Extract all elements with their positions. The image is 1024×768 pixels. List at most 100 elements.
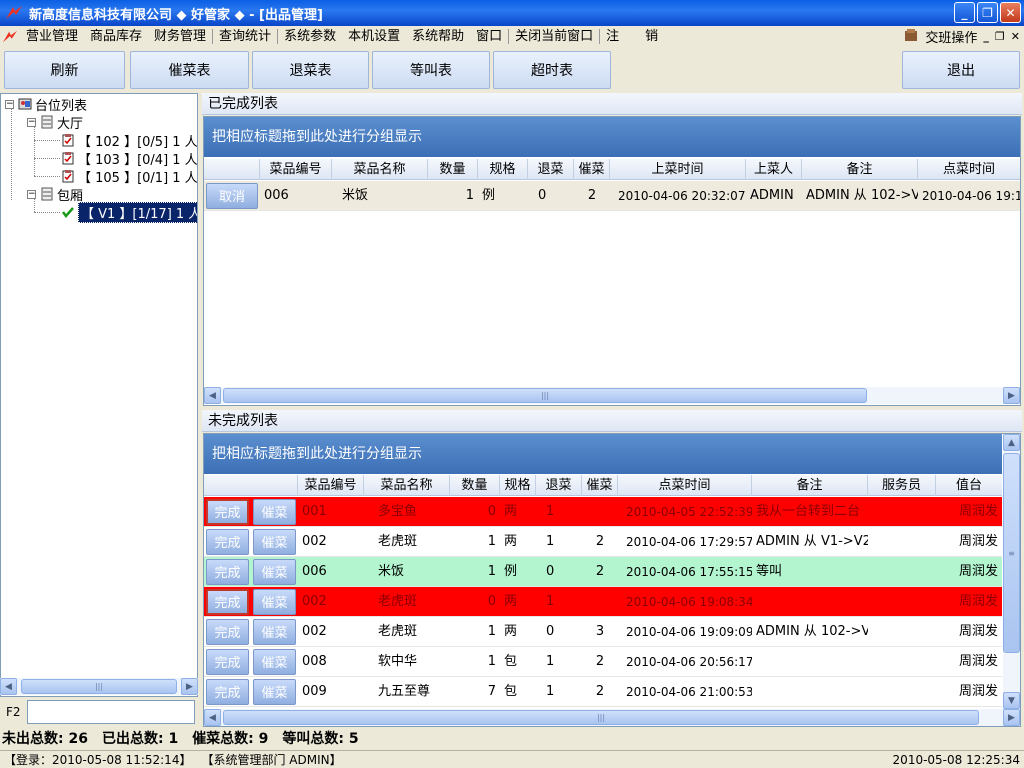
restore-button[interactable]: ❐ (977, 2, 998, 23)
col-header-unit[interactable]: 规格 (500, 475, 536, 496)
scroll-right-icon[interactable]: ▶ (1003, 387, 1020, 404)
minimize-button[interactable]: _ (954, 2, 975, 23)
col-header-serve-time[interactable]: 上菜时间 (610, 159, 746, 180)
urge-button[interactable]: 催菜 (253, 498, 296, 525)
col-header-note[interactable]: 备注 (752, 475, 868, 496)
tree-horizontal-scrollbar[interactable]: ◀ ||| ▶ (0, 678, 198, 695)
timeout-list-button[interactable]: 超时表 (493, 51, 611, 89)
col-header-return[interactable]: 退菜 (536, 475, 582, 496)
tree-table-103[interactable]: 【 103 】[0/4] 1 人 (61, 149, 197, 168)
urge-button[interactable]: 催菜 (253, 678, 296, 705)
completed-horizontal-scrollbar[interactable]: ◀ ||| ▶ (204, 387, 1020, 404)
urge-list-button[interactable]: 催菜表 (130, 51, 249, 89)
scroll-thumb[interactable]: ||| (21, 679, 177, 694)
scroll-left-icon[interactable]: ◀ (0, 678, 17, 695)
col-header-waiter[interactable]: 服务员 (868, 475, 936, 496)
search-input[interactable] (26, 700, 195, 724)
pending-row[interactable]: 完成 催菜 002 老虎斑 0 两 1 2010-04-06 19:08:34 周润发 (204, 587, 1002, 617)
urge-button[interactable]: 催菜 (253, 618, 296, 645)
scroll-left-icon[interactable]: ◀ (204, 709, 221, 726)
col-header-name[interactable]: 菜品名称 (332, 159, 428, 180)
complete-button[interactable]: 完成 (206, 558, 249, 585)
collapse-icon[interactable]: − (27, 117, 36, 127)
tree-table-v1[interactable]: 【 V1 】[1/17] 1 人 (61, 201, 197, 223)
menu-logout-2[interactable]: 销 (639, 26, 664, 47)
col-header-qty[interactable]: 数量 (428, 159, 478, 180)
urge-button[interactable]: 催菜 (253, 558, 296, 585)
completed-group-bar[interactable]: 把相应标题拖到此处进行分组显示 (204, 117, 1020, 157)
col-header-code[interactable]: 菜品编号 (298, 475, 364, 496)
tree-table-102[interactable]: 【 102 】[0/5] 1 人 (61, 131, 197, 150)
menu-finance[interactable]: 财务管理 (148, 26, 212, 47)
col-header-note[interactable]: 备注 (802, 159, 918, 180)
col-header-code[interactable]: 菜品编号 (260, 159, 332, 180)
complete-button[interactable]: 完成 (206, 678, 249, 705)
complete-button[interactable]: 完成 (206, 648, 249, 675)
pending-group-bar[interactable]: 把相应标题拖到此处进行分组显示 (204, 434, 1002, 474)
menu-query[interactable]: 查询统计 (213, 26, 277, 47)
col-header-server[interactable]: 上菜人 (746, 159, 802, 180)
menu-local-settings[interactable]: 本机设置 (342, 26, 406, 47)
clipboard-icon (61, 151, 75, 165)
collapse-icon[interactable]: − (27, 189, 36, 199)
close-button[interactable]: ✕ (1000, 2, 1021, 23)
return-list-button[interactable]: 退菜表 (252, 51, 369, 89)
urge-button[interactable]: 催菜 (253, 528, 296, 555)
pending-row[interactable]: 完成 催菜 002 老虎斑 1 两 1 2 2010-04-06 17:29:57 ADMIN 从… (204, 527, 1002, 557)
pending-row[interactable]: 完成 催菜 002 老虎斑 1 两 0 3 2010-04-06 19:09:09 ADMIN 从… (204, 617, 1002, 647)
exit-button[interactable]: 退出 (902, 51, 1020, 89)
tree-group-hall[interactable]: − 大厅 (27, 113, 83, 132)
tree-group-room[interactable]: − 包厢 (27, 185, 83, 204)
menu-params[interactable]: 系统参数 (278, 26, 342, 47)
complete-button[interactable]: 完成 (206, 528, 249, 555)
col-header-name[interactable]: 菜品名称 (364, 475, 450, 496)
menu-help[interactable]: 系统帮助 (406, 26, 470, 47)
cell-urge: 2 (595, 653, 605, 669)
collapse-icon[interactable]: − (5, 99, 14, 109)
pending-row[interactable]: 完成 催菜 006 米饭 1 例 0 2 2010-04-06 17:55:15 等叫 周润发 (204, 557, 1002, 587)
cancel-button[interactable]: 取消 (206, 182, 258, 209)
mdi-minimize-button[interactable]: _ (983, 30, 989, 43)
menu-logout-1[interactable]: 注 (600, 26, 625, 47)
complete-button[interactable]: 完成 (206, 588, 250, 615)
urge-button[interactable]: 催菜 (253, 648, 296, 675)
pending-row[interactable]: 完成 催菜 009 九五至尊 7 包 1 2 2010-04-06 21:00:53 周润发 (204, 677, 1002, 707)
pending-row[interactable]: 完成 催菜 008 软中华 1 包 1 2 2010-04-06 20:56:17 周润发 (204, 647, 1002, 677)
menu-close-current[interactable]: 关闭当前窗口 (509, 26, 599, 47)
menu-shift-operation[interactable]: 交班操作 (925, 27, 977, 46)
scroll-thumb[interactable]: ≡ (1003, 453, 1020, 653)
pending-vertical-scrollbar[interactable]: ▲ ≡ ▼ (1003, 434, 1020, 709)
tree-table-105[interactable]: 【 105 】[0/1] 1 人 (61, 167, 197, 186)
col-header-order-time[interactable]: 点菜时间 (918, 159, 1020, 180)
scroll-thumb[interactable]: ||| (223, 710, 979, 725)
mdi-restore-button[interactable]: ❐ (995, 30, 1005, 43)
complete-button[interactable]: 完成 (206, 498, 250, 525)
scroll-down-icon[interactable]: ▼ (1003, 692, 1020, 709)
tree-root[interactable]: − 台位列表 (5, 95, 87, 114)
menu-window[interactable]: 窗口 (470, 26, 508, 47)
scroll-thumb[interactable]: ||| (223, 388, 867, 403)
completed-row[interactable]: 取消 006 米饭 1 例 0 2 2010-04-06 20:32:07 AD… (204, 181, 1020, 211)
cell-name: 米饭 (342, 187, 369, 203)
wait-list-button[interactable]: 等叫表 (372, 51, 490, 89)
complete-button[interactable]: 完成 (206, 618, 249, 645)
scroll-right-icon[interactable]: ▶ (181, 678, 198, 695)
col-header-return[interactable]: 退菜 (528, 159, 574, 180)
cell-urge: 2 (595, 683, 605, 699)
menu-inventory[interactable]: 商品库存 (84, 26, 148, 47)
scroll-right-icon[interactable]: ▶ (1003, 709, 1020, 726)
urge-button[interactable]: 催菜 (253, 588, 296, 615)
refresh-button[interactable]: 刷新 (4, 51, 125, 89)
pending-horizontal-scrollbar[interactable]: ◀ ||| ▶ (204, 709, 1020, 726)
col-header-urge[interactable]: 催菜 (582, 475, 618, 496)
menu-business[interactable]: 营业管理 (20, 26, 84, 47)
scroll-left-icon[interactable]: ◀ (204, 387, 221, 404)
col-header-unit[interactable]: 规格 (478, 159, 528, 180)
col-header-urge[interactable]: 催菜 (574, 159, 610, 180)
pending-row[interactable]: 完成 催菜 001 多宝鱼 0 两 1 2010-04-05 22:52:39 我从一台转到二台… (204, 497, 1002, 527)
col-header-host[interactable]: 值台 (936, 475, 1002, 496)
col-header-order-time[interactable]: 点菜时间 (618, 475, 752, 496)
scroll-up-icon[interactable]: ▲ (1003, 434, 1020, 451)
col-header-qty[interactable]: 数量 (450, 475, 500, 496)
mdi-close-button[interactable]: ✕ (1011, 30, 1020, 43)
